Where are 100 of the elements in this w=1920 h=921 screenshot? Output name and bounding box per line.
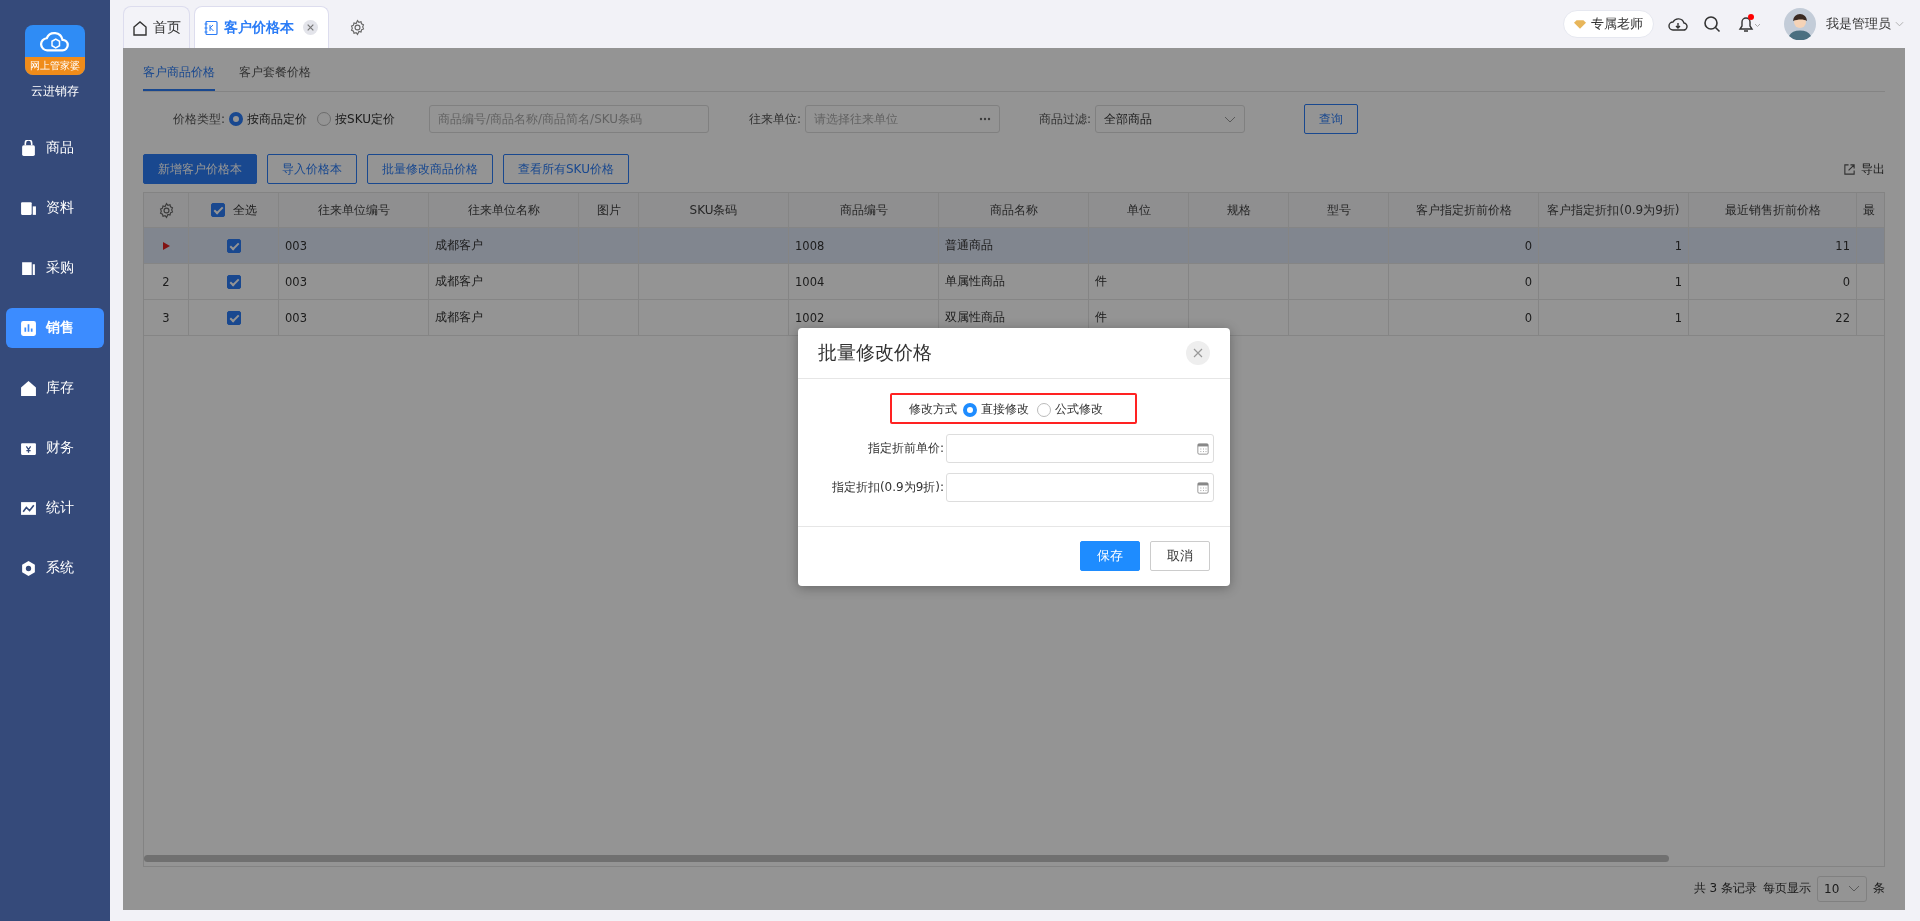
table-cell: 成都客户 xyxy=(435,310,483,325)
cancel-button[interactable]: 取消 xyxy=(1150,541,1210,571)
export-icon xyxy=(1843,162,1856,176)
table-cell: 0 xyxy=(1524,310,1532,325)
notification-bell-icon[interactable] xyxy=(1736,14,1762,34)
page-size-dropdown[interactable]: 10 xyxy=(1817,875,1867,902)
page-size-label: 每页显示 xyxy=(1763,880,1811,898)
sidebar-item[interactable]: 采购 xyxy=(6,248,104,288)
row-checkbox[interactable] xyxy=(226,238,241,253)
table-cell: 1008 xyxy=(795,238,825,253)
column-header: 商品编号 xyxy=(839,201,888,219)
mode-label: 修改方式 xyxy=(909,401,957,418)
column-header: 往来单位名称 xyxy=(467,201,540,219)
price-type-radio[interactable]: 按SKU定价 xyxy=(317,110,395,128)
table-cell: 0 xyxy=(1524,274,1532,289)
select-all-label: 全选 xyxy=(232,202,257,218)
sidebar-item[interactable]: 统计 xyxy=(6,488,104,528)
input-field[interactable] xyxy=(946,473,1214,502)
table-cell: 0 xyxy=(1842,274,1850,289)
column-header: 规格 xyxy=(1226,201,1251,219)
table-cell: 003 xyxy=(285,310,307,325)
table-cell: 1 xyxy=(1674,274,1682,289)
cloud-cube-icon xyxy=(40,30,70,54)
export-button[interactable]: 导出 xyxy=(1843,160,1885,178)
action-button[interactable]: 批量修改商品价格 xyxy=(367,154,493,184)
column-header: SKU条码 xyxy=(689,201,738,219)
table-cell: 成都客户 xyxy=(435,274,483,289)
calculator-icon[interactable] xyxy=(1197,481,1209,494)
query-button[interactable]: 查询 xyxy=(1304,104,1359,134)
column-header: 客户指定折扣(0.9为9折) xyxy=(1547,201,1680,219)
diamond-icon xyxy=(1574,19,1586,29)
select-all-checkbox[interactable] xyxy=(210,203,225,217)
home-icon xyxy=(132,19,148,36)
more-icon[interactable] xyxy=(979,117,992,121)
table-cell: 1002 xyxy=(795,310,825,325)
row-number: 2 xyxy=(162,274,170,289)
settings-icon[interactable] xyxy=(349,19,366,36)
dialog-title: 批量修改价格 xyxy=(818,340,932,365)
input-field[interactable] xyxy=(946,434,1214,463)
row-number: 3 xyxy=(162,310,170,325)
table-cell: 单属性商品 xyxy=(945,274,1005,289)
bar-chart-icon xyxy=(20,319,37,337)
table-cell: 成都客户 xyxy=(435,238,483,253)
product-filter-dropdown[interactable]: 全部商品 xyxy=(1095,105,1246,133)
table-cell: 1 xyxy=(1674,238,1682,253)
calculator-icon[interactable] xyxy=(1197,442,1209,455)
sidebar-item[interactable]: 财务 xyxy=(6,428,104,468)
sub-tab[interactable]: 客户套餐价格 xyxy=(239,60,311,91)
column-header: 最 xyxy=(1863,201,1875,219)
column-header: 最近销售折前价格 xyxy=(1724,201,1821,219)
logo-text: 网上管家婆 xyxy=(25,57,85,75)
mode-radio[interactable]: 直接修改 xyxy=(963,401,1029,418)
sidebar-item[interactable]: 库存 xyxy=(6,368,104,408)
action-button[interactable]: 导入价格本 xyxy=(267,154,357,184)
table-row[interactable]: 2 003 成都客户 1004 单属性商品 件 0 1 0 xyxy=(144,264,1884,300)
teacher-button[interactable]: 专属老师 xyxy=(1563,10,1654,38)
notebook-icon xyxy=(203,19,219,36)
current-row-icon xyxy=(162,241,170,250)
field-label: 指定折前单价: xyxy=(866,440,945,457)
record-count: 共 3 条记录 xyxy=(1693,880,1757,898)
search-icon[interactable] xyxy=(1702,14,1722,34)
book-icon xyxy=(20,259,37,277)
sidebar-item[interactable]: 资料 xyxy=(6,188,104,228)
field-label: 指定折扣(0.9为9折): xyxy=(830,479,945,496)
table-row[interactable]: 003 成都客户 1008 普通商品 0 1 11 xyxy=(144,228,1884,264)
page-tab[interactable]: 客户价格本 xyxy=(194,6,329,48)
table-cell: 件 xyxy=(1095,274,1107,289)
row-checkbox[interactable] xyxy=(226,274,241,289)
scrollbar[interactable] xyxy=(144,855,1669,863)
table-cell: 0 xyxy=(1524,238,1532,253)
sidebar-item[interactable]: 系统 xyxy=(6,548,104,588)
table-cell: 003 xyxy=(285,274,307,289)
hexagon-icon xyxy=(20,559,37,577)
column-header: 商品名称 xyxy=(989,201,1038,219)
table-cell: 1 xyxy=(1674,310,1682,325)
table-cell: 件 xyxy=(1095,310,1107,325)
page-tab[interactable]: 首页 xyxy=(123,6,190,48)
chevron-down-icon xyxy=(1848,885,1860,893)
sidebar-item[interactable]: 销售 xyxy=(6,308,104,348)
table-cell: 22 xyxy=(1835,310,1850,325)
document-icon xyxy=(20,199,37,217)
mode-radio[interactable]: 公式修改 xyxy=(1037,401,1103,418)
settings-icon[interactable] xyxy=(157,201,175,219)
price-type-label: 价格类型: xyxy=(173,110,226,128)
row-checkbox[interactable] xyxy=(226,310,241,325)
sidebar-item[interactable]: 商品 xyxy=(6,128,104,168)
close-icon[interactable] xyxy=(1186,341,1210,365)
table-cell: 双属性商品 xyxy=(945,310,1005,325)
column-header: 单位 xyxy=(1126,201,1151,219)
column-header: 客户指定折前价格 xyxy=(1415,201,1512,219)
price-type-radio[interactable]: 按商品定价 xyxy=(229,110,308,128)
column-header: 图片 xyxy=(596,201,621,219)
sub-tab[interactable]: 客户商品价格 xyxy=(143,60,215,91)
save-button[interactable]: 保存 xyxy=(1080,541,1140,571)
action-button[interactable]: 新增客户价格本 xyxy=(143,154,257,184)
user-menu[interactable]: 我是管理员 xyxy=(1826,15,1891,33)
column-header: 往来单位编号 xyxy=(317,201,390,219)
action-button[interactable]: 查看所有SKU价格 xyxy=(503,154,629,184)
close-icon[interactable] xyxy=(303,20,318,35)
table-cell: 11 xyxy=(1835,238,1850,253)
